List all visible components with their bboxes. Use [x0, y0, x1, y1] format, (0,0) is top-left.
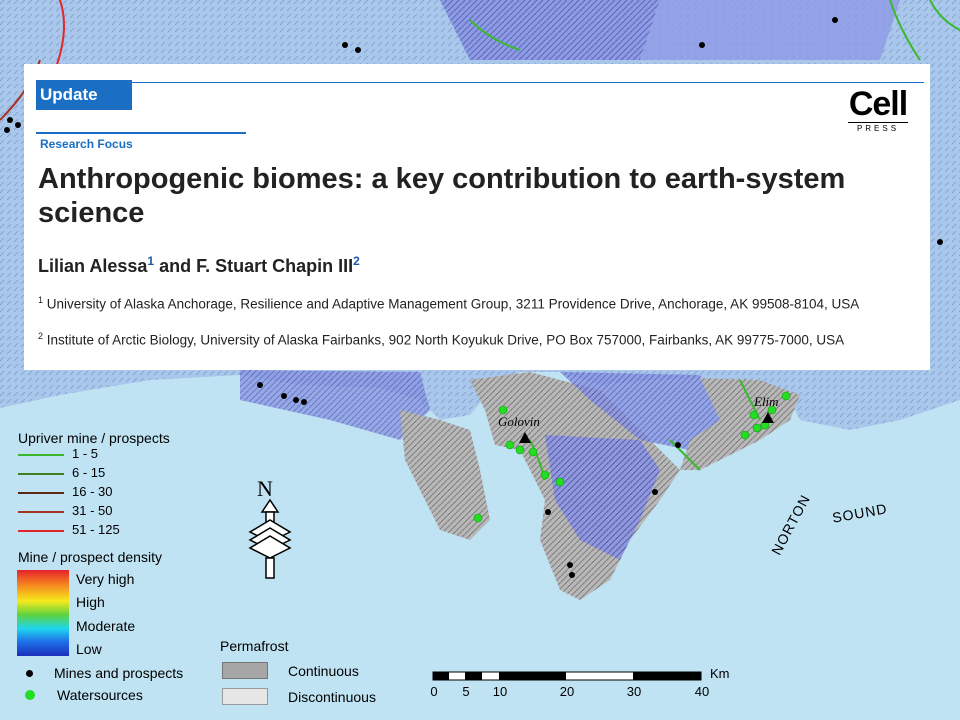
north-arrow-icon: N — [242, 476, 302, 588]
update-label: Update — [36, 80, 132, 110]
legend-label-3: 16 - 30 — [72, 484, 113, 499]
mines-and-prospects-label: Mines and prospects — [54, 665, 184, 681]
header-rule — [36, 82, 924, 83]
author-2-affiliation-mark: 2 — [353, 254, 360, 268]
scale-tick-20: 20 — [559, 684, 575, 699]
research-focus-label: Research Focus — [40, 137, 133, 151]
legend-line-5 — [18, 530, 64, 532]
scale-unit: Km — [710, 666, 730, 681]
density-zone-b — [640, 0, 900, 60]
scale-tick-10: 10 — [492, 684, 508, 699]
authors: Lilian Alessa1 and F. Stuart Chapin III2 — [38, 254, 360, 277]
affiliation-2-mark: 2 — [38, 331, 44, 341]
legend-label-5: 51 - 125 — [72, 522, 120, 537]
legend-label-1: 1 - 5 — [72, 446, 99, 461]
legend-line-3 — [18, 492, 64, 494]
density-low: Low — [76, 641, 102, 657]
scale-bar-graphic — [432, 671, 702, 681]
watersources-label: Watersources — [57, 687, 143, 703]
scale-bar: 0 5 10 20 30 40 Km — [430, 666, 732, 700]
author-2: and F. Stuart Chapin III — [154, 256, 354, 276]
paper-title: Anthropogenic biomes: a key contribution… — [38, 163, 846, 229]
elim-label: Elim — [754, 394, 779, 409]
scale-tick-5: 5 — [462, 684, 470, 699]
affiliation-2: 2 Institute of Arctic Biology, Universit… — [38, 328, 918, 349]
permafrost-continuous-label: Continuous — [288, 663, 359, 679]
density-moderate: Moderate — [76, 618, 136, 634]
cell-press-logo: Cell PRESS — [848, 86, 908, 136]
density-high: High — [76, 594, 105, 610]
paper-header: Update Cell PRESS Research Focus Anthrop… — [24, 64, 930, 370]
mines-dot-symbol — [26, 670, 33, 677]
affiliation-1-text: University of Alaska Anchorage, Resilien… — [46, 296, 860, 312]
permafrost-continuous-swatch — [222, 662, 268, 679]
permafrost-discontinuous-label: Discontinuous — [288, 689, 376, 705]
golovin-label: Golovin — [498, 414, 540, 429]
north-arrow-graphic: N — [248, 476, 292, 579]
legend-label-4: 31 - 50 — [72, 503, 113, 518]
research-focus-rule — [36, 132, 246, 134]
affiliation-2-text: Institute of Arctic Biology, University … — [46, 332, 845, 348]
legend-mines-title: Upriver mine / prospects — [18, 430, 170, 446]
cell-logo-text: Cell — [848, 85, 908, 123]
scale-tick-40: 40 — [694, 684, 710, 699]
legend-line-1 — [18, 454, 64, 456]
scale-tick-0: 0 — [430, 684, 438, 699]
permafrost-title: Permafrost — [220, 638, 289, 654]
press-logo-text: PRESS — [848, 122, 908, 134]
legend-line-4 — [18, 511, 64, 513]
density-color-ramp — [17, 570, 69, 656]
legend-line-2 — [18, 473, 64, 475]
north-letter: N — [257, 478, 273, 501]
affiliation-1: 1 University of Alaska Anchorage, Resili… — [38, 292, 918, 313]
legend-density-title: Mine / prospect density — [18, 549, 162, 565]
scale-tick-30: 30 — [626, 684, 642, 699]
legend-label-2: 6 - 15 — [72, 465, 106, 480]
density-very-high: Very high — [76, 571, 135, 587]
author-1: Lilian Alessa — [38, 256, 148, 276]
permafrost-discontinuous-swatch — [222, 688, 268, 705]
density-zone-a — [440, 0, 660, 60]
affiliation-1-mark: 1 — [38, 295, 44, 305]
watersource-dot-symbol — [25, 690, 35, 700]
